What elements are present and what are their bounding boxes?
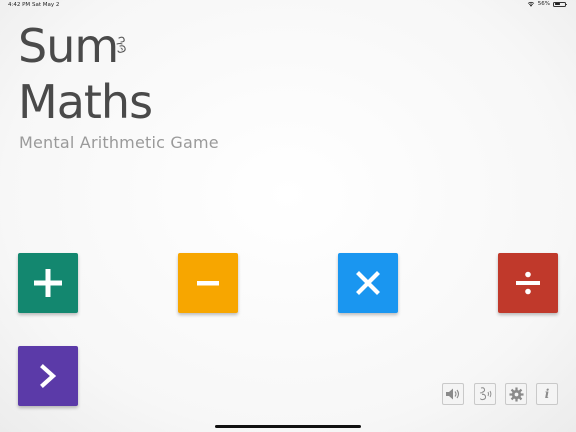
next-button[interactable]: [18, 346, 78, 406]
app-subtitle: Mental Arithmetic Game: [19, 133, 219, 152]
app-title: Sum Maths: [18, 18, 153, 130]
minus-icon: [197, 281, 219, 286]
chevron-right-icon: [40, 364, 57, 388]
subtraction-button[interactable]: [178, 253, 238, 313]
battery-percent: 56%: [537, 1, 550, 7]
addition-button[interactable]: [18, 253, 78, 313]
battery-level: [554, 3, 561, 5]
divide-icon: [516, 271, 540, 295]
speaker-icon: [446, 388, 460, 400]
info-button[interactable]: i: [536, 383, 558, 405]
division-button[interactable]: [498, 253, 558, 313]
status-bar: 4:42 PM Sat May 2 56%: [0, 0, 576, 10]
status-date: Sat May 2: [32, 2, 60, 8]
gear-icon: [508, 386, 524, 402]
title-line-maths: Maths: [18, 75, 153, 129]
status-indicators: 56%: [527, 1, 568, 7]
voice-button[interactable]: [474, 383, 496, 405]
status-time: 4:42 PM: [8, 2, 31, 8]
times-icon: [356, 271, 380, 295]
title-line-sum: Sum: [18, 19, 119, 73]
wifi-icon: [527, 1, 534, 7]
voice-icon: [479, 387, 492, 401]
settings-button[interactable]: [505, 383, 527, 405]
multiplication-button[interactable]: [338, 253, 398, 313]
sound-button[interactable]: [442, 383, 464, 405]
doodle-logo-icon: [116, 36, 126, 53]
home-indicator[interactable]: [215, 425, 361, 428]
plus-icon: [34, 269, 62, 297]
battery-icon: [553, 1, 568, 7]
info-icon: i: [544, 387, 550, 401]
